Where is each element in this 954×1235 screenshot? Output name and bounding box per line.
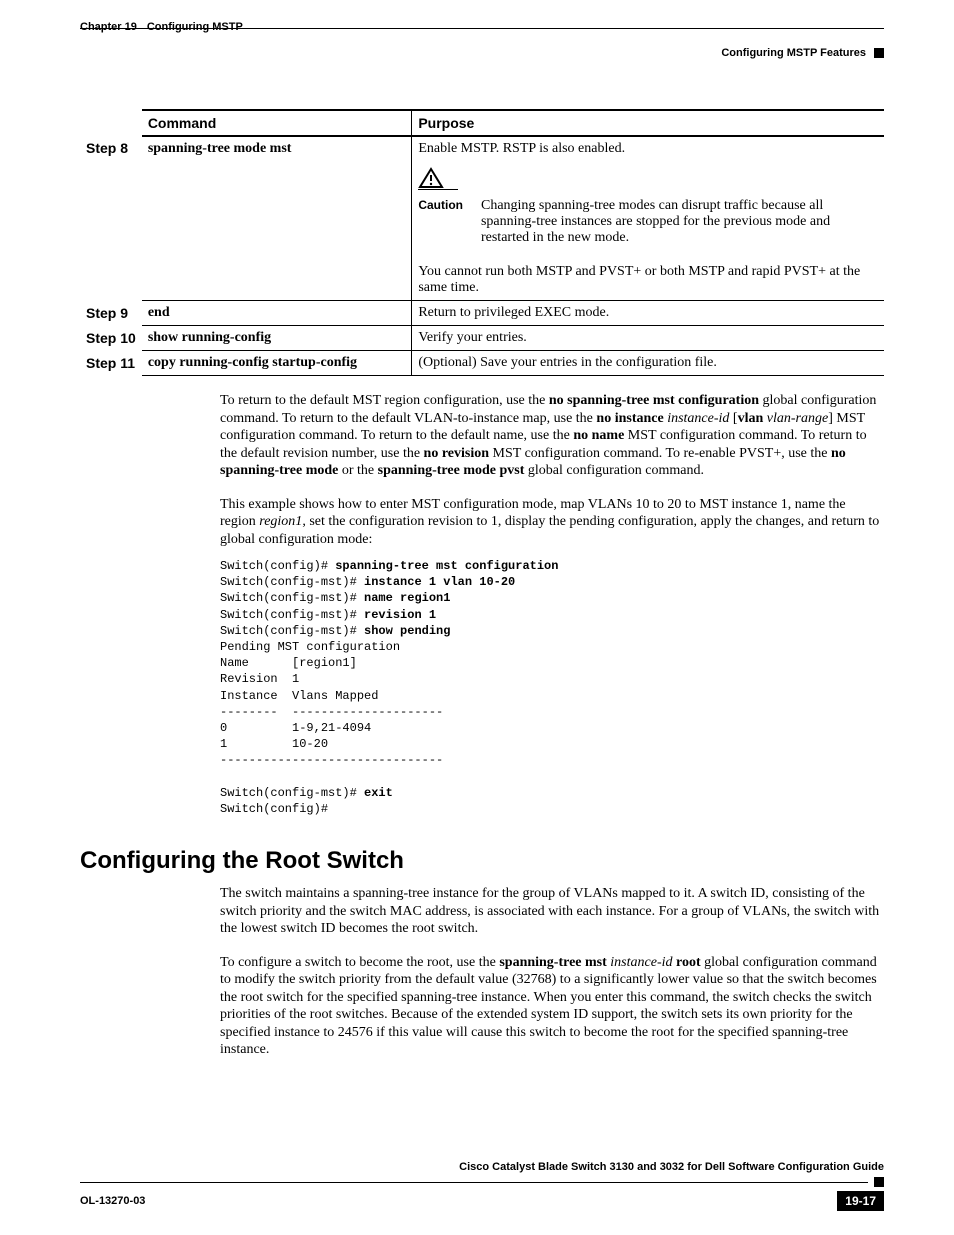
command-text: spanning-tree mode mst — [148, 141, 292, 156]
page-footer: Cisco Catalyst Blade Switch 3130 and 303… — [80, 1161, 884, 1211]
command-text: end — [148, 305, 170, 320]
paragraph: To configure a switch to become the root… — [220, 954, 884, 1059]
header-marker-icon — [874, 48, 884, 58]
purpose-text: Enable MSTP. RSTP is also enabled. — [418, 141, 878, 157]
footer-doc-id: OL-13270-03 — [80, 1195, 145, 1207]
command-text: copy running-config startup-config — [148, 355, 357, 370]
code-block: Switch(config)# spanning-tree mst config… — [220, 558, 884, 817]
caution-icon — [418, 167, 878, 190]
page-number-badge: 19-17 — [837, 1191, 884, 1211]
paragraph: The switch maintains a spanning-tree ins… — [220, 885, 884, 938]
step-label: Step 10 — [80, 326, 142, 351]
chapter-number: Chapter 19 — [80, 21, 137, 33]
table-row: Step 8 spanning-tree mode mst Enable MST… — [80, 136, 884, 301]
caution-label: Caution — [418, 198, 463, 246]
section-header-right: Configuring MSTP Features — [721, 47, 866, 59]
command-text: show running-config — [148, 330, 271, 345]
table-header-purpose: Purpose — [412, 110, 884, 136]
paragraph: This example shows how to enter MST conf… — [220, 496, 884, 549]
caution-text: Changing spanning-tree modes can disrupt… — [481, 198, 878, 246]
paragraph: To return to the default MST region conf… — [220, 392, 884, 480]
table-row: Step 11 copy running-config startup-conf… — [80, 351, 884, 376]
command-table: Command Purpose Step 8 spanning-tree mod… — [80, 109, 884, 376]
table-row: Step 9 end Return to privileged EXEC mod… — [80, 301, 884, 326]
purpose-text: (Optional) Save your entries in the conf… — [412, 351, 884, 376]
step-label: Step 8 — [80, 136, 142, 301]
footer-marker-icon — [874, 1177, 884, 1187]
purpose-text: Return to privileged EXEC mode. — [412, 301, 884, 326]
step-label: Step 9 — [80, 301, 142, 326]
page: Chapter 19 Configuring MSTP Configuring … — [0, 0, 954, 1235]
section-heading: Configuring the Root Switch — [80, 847, 884, 875]
main-content: Command Purpose Step 8 spanning-tree mod… — [80, 109, 884, 1059]
table-header-command: Command — [142, 110, 412, 136]
table-row: Step 10 show running-config Verify your … — [80, 326, 884, 351]
step-label: Step 11 — [80, 351, 142, 376]
purpose-extra: You cannot run both MSTP and PVST+ or bo… — [418, 264, 878, 296]
purpose-text: Verify your entries. — [412, 326, 884, 351]
footer-book-title: Cisco Catalyst Blade Switch 3130 and 303… — [80, 1161, 884, 1173]
chapter-title: Configuring MSTP — [147, 21, 243, 33]
